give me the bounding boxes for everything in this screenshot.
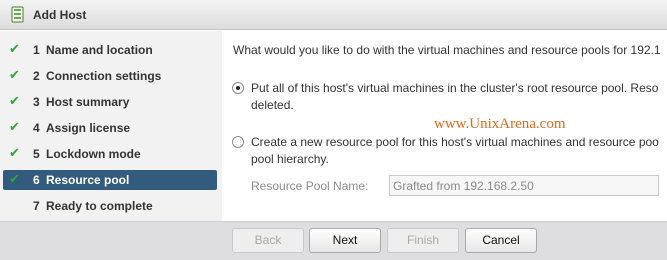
watermark-text: www.UnixArena.com — [434, 116, 566, 132]
step-name-and-location[interactable]: ✔ 1 Name and location — [3, 40, 217, 60]
step-label: Assign license — [46, 121, 131, 135]
step-number: 5 — [33, 147, 40, 161]
step-label: Lockdown mode — [46, 147, 141, 161]
step-assign-license[interactable]: ✔ 4 Assign license — [3, 118, 217, 138]
new-pool-option-line1: Create a new resource pool for this host… — [251, 135, 659, 149]
check-icon: ✔ — [9, 67, 20, 82]
step-connection-settings[interactable]: ✔ 2 Connection settings — [3, 66, 217, 86]
resource-pool-panel: What would you like to do with the virtu… — [222, 31, 667, 221]
step-number: 6 — [33, 173, 40, 187]
check-icon: ✔ — [9, 41, 20, 56]
step-number: 1 — [33, 43, 40, 57]
next-button[interactable]: Next — [309, 228, 381, 253]
wizard-steps-sidebar: ✔ 1 Name and location ✔ 2 Connection set… — [0, 31, 222, 221]
root-pool-option-line2: deleted. — [251, 98, 294, 112]
cancel-button[interactable]: Cancel — [465, 228, 537, 253]
step-label: Connection settings — [46, 69, 162, 83]
root-pool-radio[interactable] — [232, 82, 244, 94]
new-pool-option-line2: pool hierarchy. — [251, 152, 329, 166]
step-number: 7 — [33, 199, 40, 213]
finish-button[interactable]: Finish — [387, 228, 459, 253]
dialog-title: Add Host — [33, 8, 87, 22]
check-icon: ✔ — [9, 171, 20, 186]
step-label: Resource pool — [46, 173, 130, 187]
step-number: 4 — [33, 121, 40, 135]
step-lockdown-mode[interactable]: ✔ 5 Lockdown mode — [3, 144, 217, 164]
resource-pool-name-input[interactable]: Grafted from 192.168.2.50 — [389, 175, 659, 196]
step-label: Name and location — [46, 43, 153, 57]
step-number: 2 — [33, 69, 40, 83]
step-resource-pool[interactable]: ✔ 6 Resource pool — [3, 170, 217, 190]
step-label: Ready to complete — [46, 199, 153, 213]
radio-selected-dot — [236, 86, 240, 90]
new-pool-radio[interactable] — [232, 136, 244, 148]
question-text: What would you like to do with the virtu… — [233, 43, 661, 57]
step-ready-to-complete[interactable]: 7 Ready to complete — [3, 196, 217, 216]
check-icon: ✔ — [9, 93, 20, 108]
host-add-icon — [11, 6, 24, 23]
dialog-titlebar[interactable]: Add Host — [0, 0, 667, 30]
check-icon: ✔ — [9, 119, 20, 134]
step-host-summary[interactable]: ✔ 3 Host summary — [3, 92, 217, 112]
step-label: Host summary — [46, 95, 130, 109]
check-icon: ✔ — [9, 145, 20, 160]
step-number: 3 — [33, 95, 40, 109]
back-button[interactable]: Back — [232, 228, 304, 253]
dialog-footer: Back Next Finish Cancel — [0, 221, 667, 260]
root-pool-option-line1: Put all of this host's virtual machines … — [251, 81, 659, 95]
resource-pool-name-label: Resource Pool Name: — [251, 179, 369, 193]
